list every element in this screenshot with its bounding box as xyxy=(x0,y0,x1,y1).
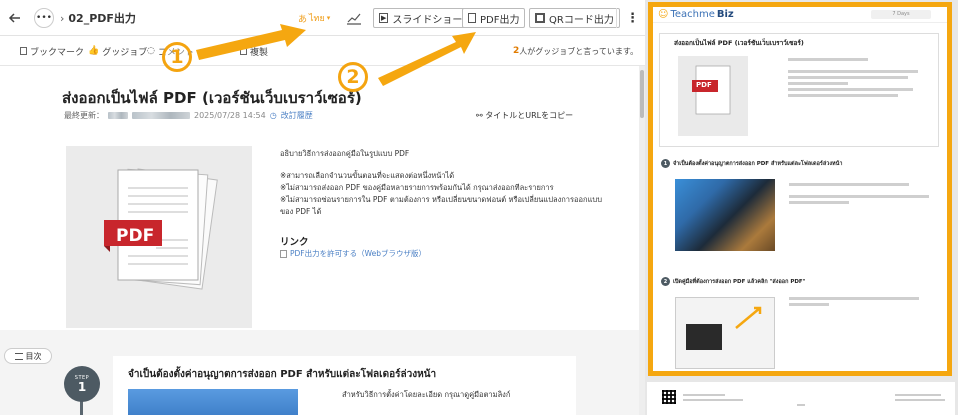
preview-step-1-title: 1 จำเป็นต้องตั้งค่าอนุญาตการส่งออก PDF ส… xyxy=(661,159,842,168)
preview-pdf-badge: PDF xyxy=(696,81,712,89)
smile-icon: ☺ xyxy=(658,9,669,20)
preview-step-number: 2 xyxy=(661,277,670,286)
pdf-preview-panel: ☺ Teachme Biz 7 Days ส่งออกเป็นไฟล์ PDF (… xyxy=(645,0,958,415)
preview-step-title-text: จำเป็นต้องตั้งค่าอนุญาตการส่งออก PDF สำห… xyxy=(673,160,843,167)
preview-step-2-title: 2 เปิดคู่มือที่ต้องการส่งออก PDF แล้วคลิ… xyxy=(661,277,806,286)
preview-header: ☺ Teachme Biz 7 Days xyxy=(653,7,947,23)
logo-text: Teachme xyxy=(670,9,715,20)
preview-title: ส่งออกเป็นไฟล์ PDF (เวอร์ชันเว็บเบราว์เซ… xyxy=(674,39,804,47)
preview-step-2-image xyxy=(675,297,775,369)
annotation-arrows xyxy=(196,24,476,86)
arrow-to-pdf-icon xyxy=(378,32,476,86)
pdf-file-icon xyxy=(692,65,731,115)
manual-view: ••• › 02_PDF出力 あ ไทย ▾ ▶ スライドショー PDF出力 Q… xyxy=(0,0,645,415)
arrow-to-language-icon xyxy=(196,24,306,60)
preview-step-number: 1 xyxy=(661,159,670,168)
annotation-number-1: 1 xyxy=(162,42,192,72)
preview-step-1-image xyxy=(675,179,775,251)
preview-step-title-text: เปิดคู่มือที่ต้องการส่งออก PDF แล้วคลิก … xyxy=(673,278,806,285)
teachme-logo: ☺ Teachme Biz xyxy=(658,9,734,20)
qr-code-icon xyxy=(662,390,676,404)
preview-page-footer xyxy=(647,382,955,415)
annotation-number-2: 2 xyxy=(338,62,368,92)
logo-biz-text: Biz xyxy=(716,9,734,20)
preview-cover-image: PDF xyxy=(678,56,748,136)
pdf-preview-page: ☺ Teachme Biz 7 Days ส่งออกเป็นไฟล์ PDF (… xyxy=(648,2,952,376)
arrow-icon xyxy=(735,306,762,329)
preview-summary-card: ส่งออกเป็นไฟล์ PDF (เวอร์ชันเว็บเบราว์เซ… xyxy=(659,33,939,147)
preview-days-badge: 7 Days xyxy=(871,10,931,19)
